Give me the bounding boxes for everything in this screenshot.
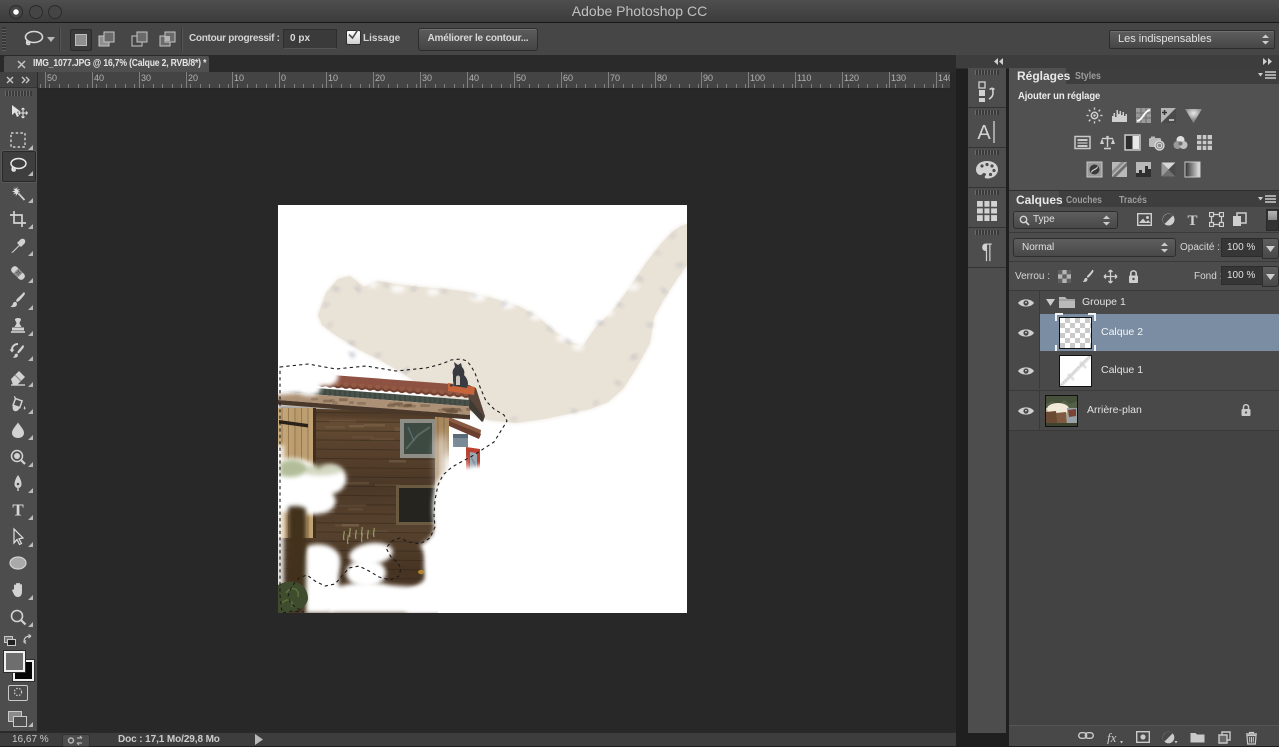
svg-text:fx: fx — [1107, 731, 1117, 744]
svg-text:T: T — [1187, 213, 1197, 227]
svg-text:¶: ¶ — [981, 240, 992, 263]
svg-text:A: A — [977, 122, 991, 144]
svg-text:T: T — [12, 501, 24, 520]
